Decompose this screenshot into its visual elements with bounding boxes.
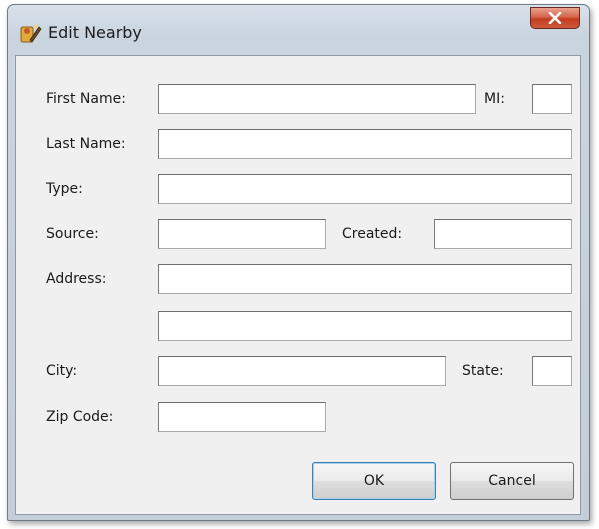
source-input[interactable]	[158, 219, 326, 249]
state-label: State:	[462, 363, 504, 379]
close-icon	[548, 9, 562, 28]
type-input[interactable]	[158, 174, 572, 204]
source-label: Source:	[46, 226, 99, 242]
zip-code-label: Zip Code:	[46, 409, 114, 425]
city-label: City:	[46, 363, 78, 379]
type-label: Type:	[46, 181, 83, 197]
ok-button[interactable]: OK	[312, 462, 436, 500]
close-button[interactable]	[530, 7, 580, 29]
edit-nearby-dialog: Edit Nearby First Name: MI: Last Name: T…	[7, 4, 590, 521]
title-bar[interactable]: Edit Nearby	[8, 5, 589, 53]
edit-app-icon	[20, 22, 42, 44]
last-name-input[interactable]	[158, 129, 572, 159]
address-line1-input[interactable]	[158, 264, 572, 294]
window-title: Edit Nearby	[48, 23, 142, 42]
mi-label: MI:	[484, 91, 505, 107]
zip-code-input[interactable]	[158, 402, 326, 432]
mi-input[interactable]	[532, 84, 572, 114]
city-input[interactable]	[158, 356, 446, 386]
first-name-input[interactable]	[158, 84, 476, 114]
cancel-button[interactable]: Cancel	[450, 462, 574, 500]
created-input[interactable]	[434, 219, 572, 249]
cancel-button-label: Cancel	[488, 473, 536, 489]
first-name-label: First Name:	[46, 91, 126, 107]
form-panel: First Name: MI: Last Name: Type: Source:…	[15, 55, 581, 515]
address-label: Address:	[46, 271, 107, 287]
address-line2-input[interactable]	[158, 311, 572, 341]
state-input[interactable]	[532, 356, 572, 386]
last-name-label: Last Name:	[46, 136, 126, 152]
ok-button-label: OK	[363, 473, 385, 489]
created-label: Created:	[342, 226, 403, 242]
